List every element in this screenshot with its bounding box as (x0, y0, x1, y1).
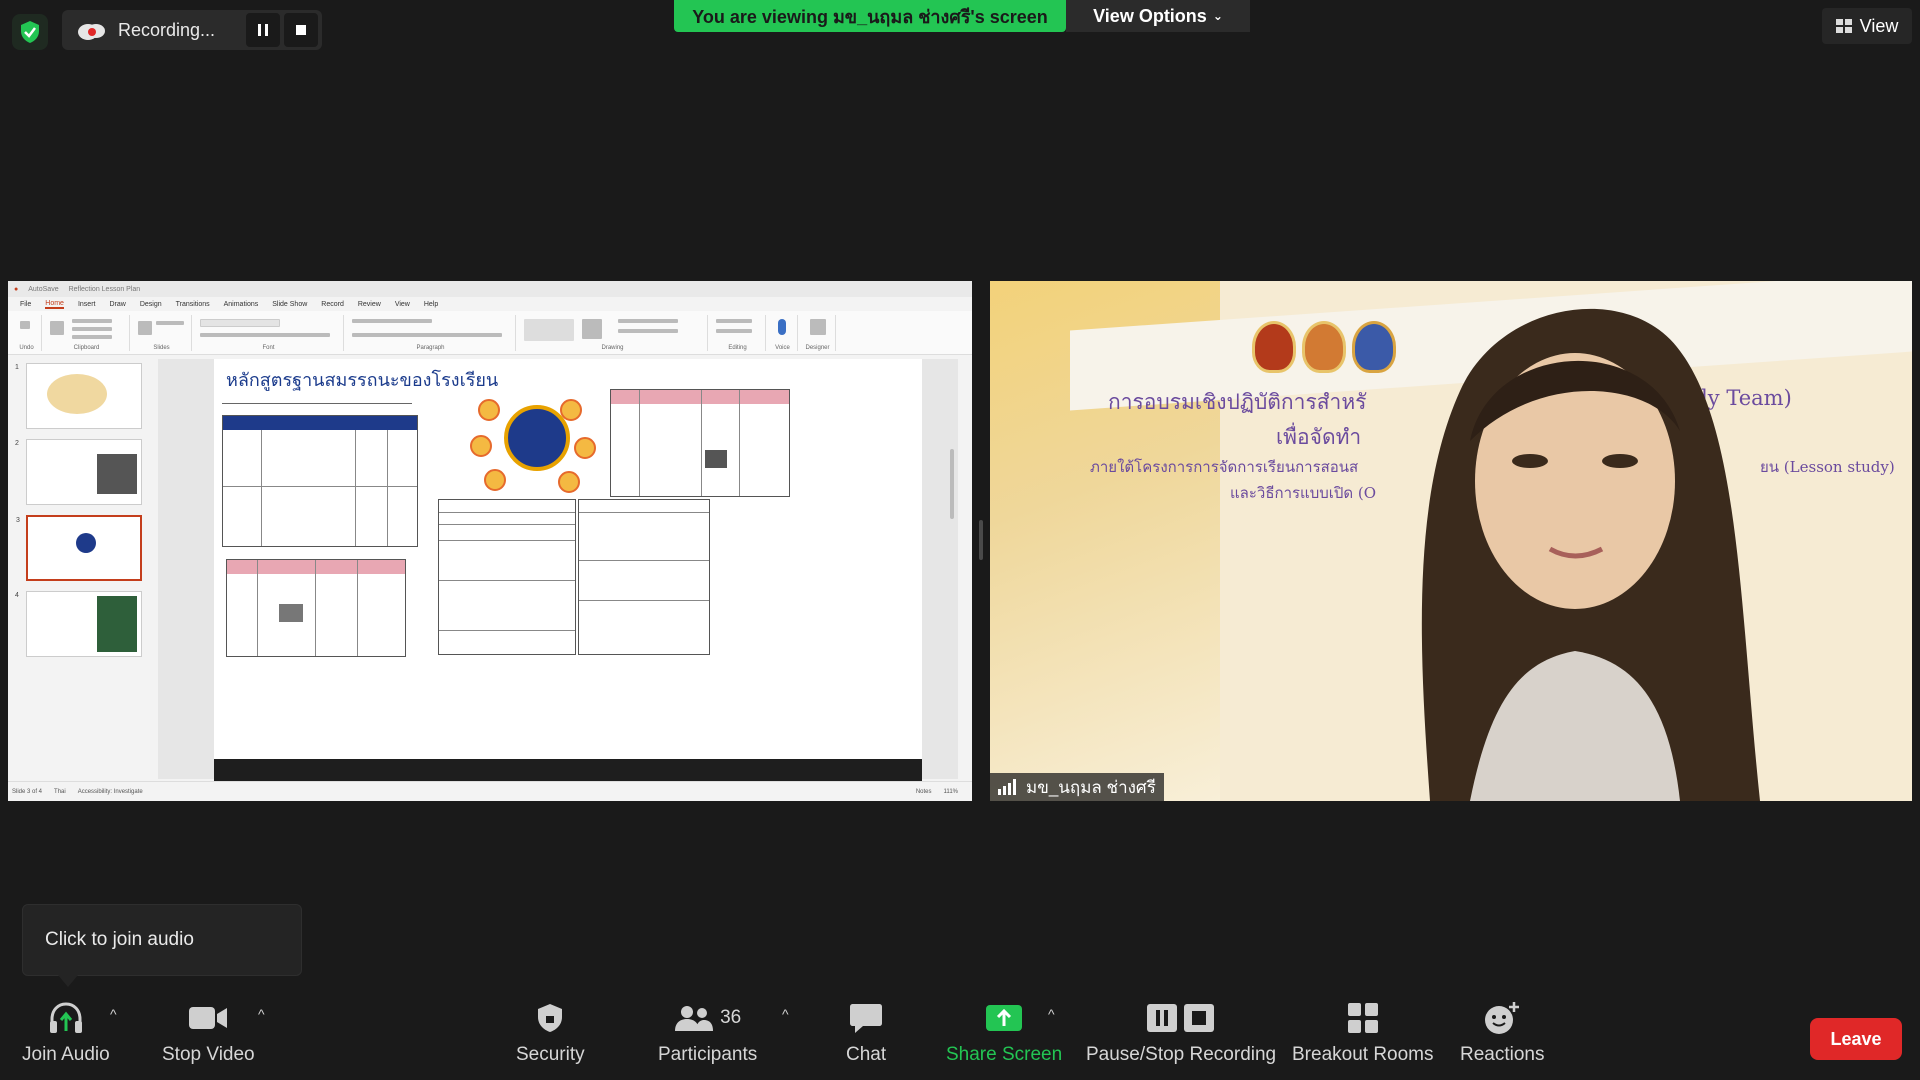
task-design-circle (504, 405, 570, 471)
video-options-caret-icon[interactable]: ^ (258, 1006, 265, 1022)
ribbon-tab[interactable]: Insert (78, 301, 96, 308)
slide-scrollbar[interactable] (950, 449, 954, 519)
recording-label: Recording... (118, 19, 216, 40)
reactions-button[interactable]: Reactions (1460, 998, 1545, 1066)
reactions-label: Reactions (1460, 1044, 1545, 1065)
slide: หลักสูตรฐานสมรรถนะของโรงเรียน (214, 359, 922, 783)
recording-indicator: Recording... (62, 10, 322, 50)
ribbon: Undo Clipboard Slides Font Paragraph Dra… (8, 311, 972, 355)
participants-count: 36 (720, 1007, 742, 1028)
share-screen-icon (986, 1005, 1023, 1031)
ribbon-tab[interactable]: Slide Show (272, 301, 307, 308)
chat-bubble-icon (850, 1004, 883, 1033)
competency-table (222, 415, 418, 547)
join-audio-button[interactable]: Join Audio (22, 998, 110, 1066)
breakout-rooms-label: Breakout Rooms (1292, 1044, 1434, 1065)
lesson-plan-form (438, 499, 576, 655)
participants-options-caret-icon[interactable]: ^ (782, 1006, 789, 1022)
encryption-shield-icon[interactable] (12, 14, 48, 50)
ribbon-tabs: File Home Insert Draw Design Transitions… (8, 297, 972, 311)
ribbon-tab[interactable]: Animations (224, 301, 259, 308)
participant-video-tile[interactable]: การอบรมเชิงปฏิบัติการสำหรั Study Team) เ… (990, 281, 1912, 801)
ribbon-tab[interactable]: Help (424, 301, 438, 308)
audio-options-caret-icon[interactable]: ^ (110, 1006, 117, 1022)
ribbon-tab[interactable]: Design (140, 301, 162, 308)
participants-icon (675, 1006, 714, 1031)
breakout-rooms-button[interactable]: Breakout Rooms (1292, 998, 1434, 1066)
ribbon-group: Clipboard (44, 315, 130, 351)
shared-screen[interactable]: ● AutoSave Reflection Lesson Plan File Hom… (8, 281, 972, 801)
ribbon-tab[interactable]: File (20, 301, 31, 308)
ribbon-tab[interactable]: View (395, 301, 410, 308)
slide-thumbnails: 1 2 3 4 (8, 359, 158, 779)
ribbon-group: Drawing (518, 315, 708, 351)
slide-thumbnail-selected[interactable]: 3 (16, 515, 142, 581)
headphones-icon (49, 1002, 82, 1033)
reflection-form (578, 499, 710, 655)
slide-canvas[interactable]: หลักสูตรฐานสมรรถนะของโรงเรียน (158, 359, 958, 783)
breakout-rooms-icon (1347, 1003, 1378, 1033)
pause-stop-recording-button[interactable]: Pause/Stop Recording (1086, 998, 1276, 1066)
ribbon-group: Designer (800, 315, 836, 351)
slide-thumbnail[interactable]: 4 (15, 591, 142, 657)
stop-recording-button[interactable] (284, 13, 318, 47)
ribbon-group: Undo (12, 315, 42, 351)
ribbon-group: Slides (132, 315, 192, 351)
view-button[interactable]: View (1822, 8, 1912, 44)
chat-button[interactable]: Chat (846, 998, 886, 1066)
chevron-down-icon: ⌄ (1212, 9, 1223, 23)
cloud-recording-icon (78, 24, 105, 40)
participant-name-tag: มข_นฤมล ช่างศรี (990, 773, 1164, 801)
ribbon-group: Font (194, 315, 344, 351)
share-options-caret-icon[interactable]: ^ (1048, 1006, 1055, 1022)
assessment-table (610, 389, 790, 497)
meeting-toolbar: Join Audio ^ Stop Video ^ Security 36 Pa… (0, 990, 1920, 1080)
ribbon-group: Editing (710, 315, 766, 351)
shield-icon (538, 1004, 563, 1032)
pause-stop-recording-label: Pause/Stop Recording (1086, 1044, 1277, 1065)
powerpoint-titlebar: ● AutoSave Reflection Lesson Plan (8, 281, 972, 297)
join-audio-label: Join Audio (22, 1044, 110, 1065)
view-label: View (1859, 15, 1899, 36)
leave-button[interactable]: Leave (1810, 1018, 1902, 1060)
split-resize-handle[interactable] (979, 520, 983, 560)
powerpoint-status-bar: Slide 3 of 4 Thai Accessibility: Investi… (8, 781, 972, 801)
signal-strength-icon (998, 779, 1016, 795)
stop-video-button[interactable]: Stop Video (162, 998, 255, 1066)
view-options-dropdown[interactable]: View Options ⌄ (1066, 0, 1250, 32)
ribbon-tab[interactable]: Record (321, 301, 344, 308)
activity-table (226, 559, 406, 657)
grid-view-icon (1835, 19, 1852, 33)
ribbon-tab[interactable]: Review (358, 301, 381, 308)
slide-thumbnail[interactable]: 2 (15, 439, 142, 505)
share-screen-label: Share Screen (946, 1044, 1063, 1065)
participant-name: มข_นฤมล ช่างศรี (1026, 777, 1156, 797)
participants-label: Participants (658, 1044, 758, 1065)
slide-thumbnail[interactable]: 1 (15, 363, 142, 429)
pause-stop-icon (1147, 1004, 1215, 1032)
smiley-add-icon (1485, 1002, 1520, 1034)
participants-button[interactable]: 36 Participants (658, 998, 757, 1066)
viewing-screen-banner: You are viewing มข_นฤมล ช่างศรี's screen (674, 0, 1066, 32)
share-screen-button[interactable]: Share Screen (946, 998, 1062, 1066)
slide-title: หลักสูตรฐานสมรรถนะของโรงเรียน (226, 370, 499, 391)
pause-recording-button[interactable] (246, 13, 280, 47)
view-options-label: View Options (1093, 5, 1207, 26)
ribbon-tab-home[interactable]: Home (45, 300, 64, 309)
ribbon-tab[interactable]: Transitions (176, 301, 210, 308)
chat-label: Chat (846, 1044, 887, 1065)
ribbon-group: Voice (768, 315, 798, 351)
security-label: Security (516, 1044, 585, 1065)
ribbon-group: Paragraph (346, 315, 516, 351)
tooltip-arrow (58, 975, 78, 987)
stop-video-label: Stop Video (162, 1044, 255, 1065)
participant-person (1421, 308, 1760, 801)
join-audio-tooltip[interactable]: Click to join audio (22, 904, 302, 976)
video-camera-icon (189, 1007, 228, 1029)
ribbon-tab[interactable]: Draw (109, 301, 125, 308)
security-button[interactable]: Security (516, 998, 585, 1066)
